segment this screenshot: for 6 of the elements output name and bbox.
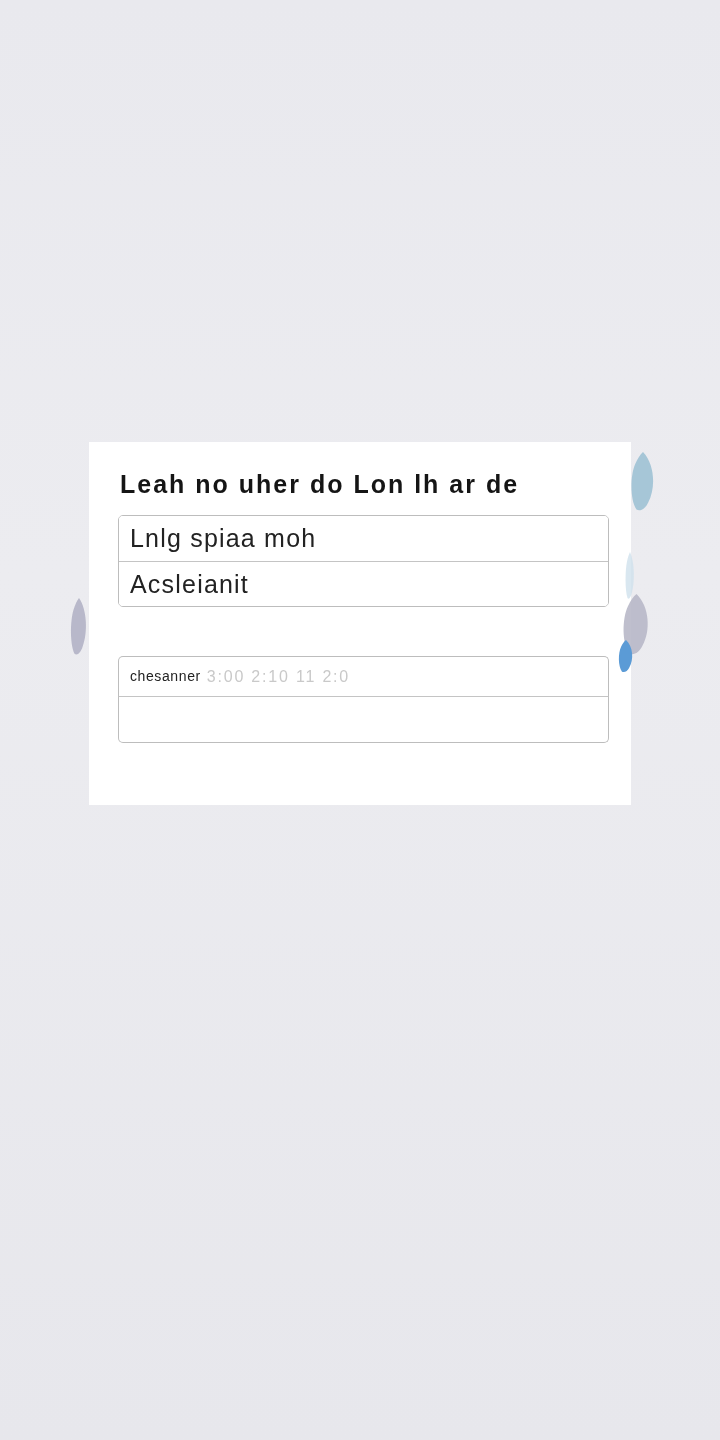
input-field[interactable] xyxy=(118,696,609,743)
dialog-title: Leah no uher do Lon lh ar de xyxy=(120,469,521,500)
field-label: chesanner xyxy=(130,667,201,686)
option-item[interactable]: Acsleianit xyxy=(119,561,608,606)
petal-icon xyxy=(630,452,656,512)
petal-icon xyxy=(70,598,88,656)
